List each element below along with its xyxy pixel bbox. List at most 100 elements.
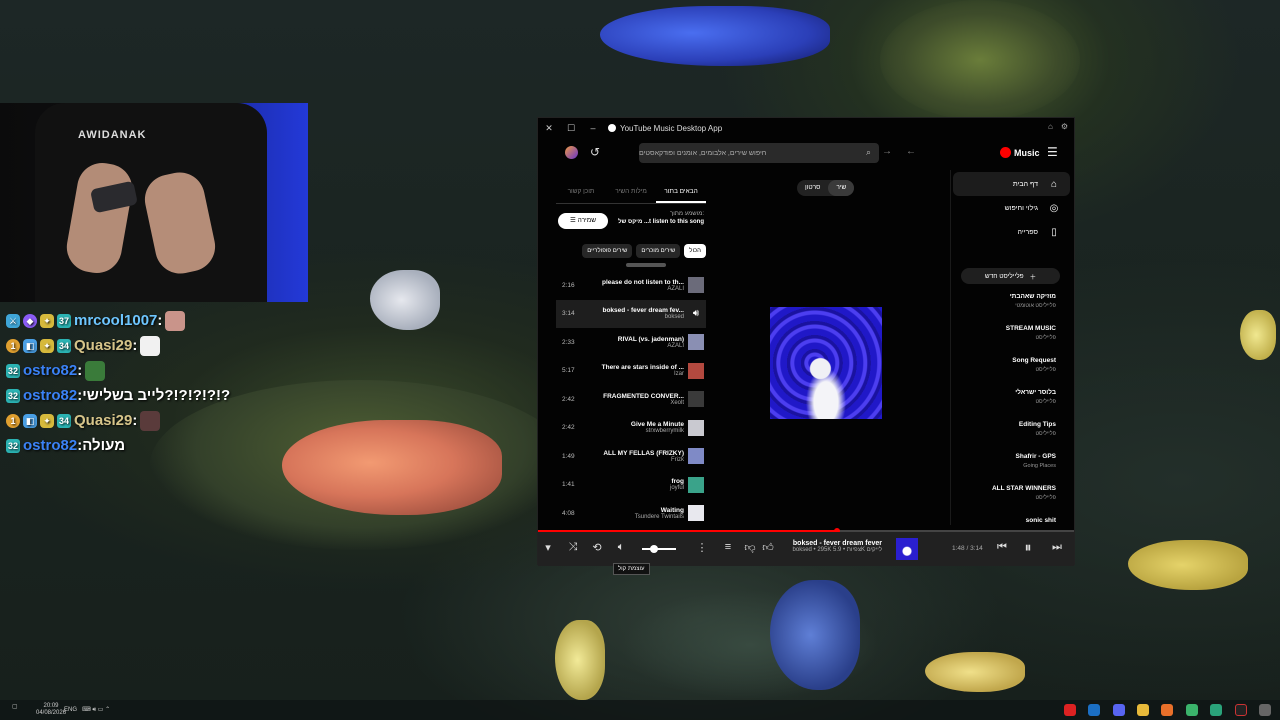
lock-icon[interactable]: ⌂ xyxy=(1048,122,1053,131)
playlist-item[interactable]: sonic shitstrimlin • פלייליסט xyxy=(951,516,1074,525)
youtube-music-app-icon[interactable] xyxy=(1064,704,1076,716)
queue-track-row[interactable]: 3:14 boksed - fever dream fev... boksed 🔊︎ xyxy=(556,299,706,328)
queue-track-row[interactable]: 1:41 frog joyful xyxy=(556,471,706,500)
playlist-item[interactable]: Song Request פלייליסט xyxy=(951,356,1074,384)
ytm-logo[interactable]: Music xyxy=(1000,147,1040,158)
chat-username[interactable]: ostro82 xyxy=(23,387,77,404)
queue-tabs: תוכן קשור מילות השיר הבאים בתור xyxy=(556,180,706,204)
playlist-item[interactable]: Editing Tips פלייליסט xyxy=(951,420,1074,448)
more-options-icon[interactable]: ⋮ xyxy=(694,541,710,554)
fish-decoration xyxy=(555,620,605,700)
sidebar-item[interactable]: גילוי וחיפוש ◎ xyxy=(951,196,1074,220)
close-icon[interactable]: ✕ xyxy=(538,123,560,134)
track-info: FRAGMENTED CONVER... Xeolt xyxy=(584,393,688,406)
queue-track-row[interactable]: 2:16 please do not listen to th... AZALI xyxy=(556,271,706,300)
one-badge-icon: 1 xyxy=(6,338,20,353)
minimize-icon[interactable]: – xyxy=(582,123,604,133)
queue-track-row[interactable]: 2:33 RIVAL (vs. jadenman) AZALI xyxy=(556,328,706,357)
save-label: שמירה xyxy=(577,217,596,224)
language-indicator[interactable]: ENG xyxy=(64,707,77,713)
firefox-app-icon[interactable] xyxy=(1161,704,1173,716)
track-duration: 4:08 xyxy=(562,509,575,517)
search-input[interactable]: חיפוש שירים, אלבומים, אומנים ופודקאסטים … xyxy=(639,143,879,163)
nav-arrows: → ← xyxy=(882,146,916,157)
dislike-icon[interactable]: 👎︎ xyxy=(742,541,758,554)
notification-icon[interactable]: ▢ xyxy=(12,703,18,710)
discord-app-icon[interactable] xyxy=(1113,704,1125,716)
tray-icons[interactable]: ⌨ 🔊︎ ▭ ⌃ xyxy=(82,706,110,714)
save-button[interactable]: ☰ שמירה xyxy=(558,213,608,229)
filter-chip[interactable]: הכול xyxy=(684,244,706,258)
chat-username[interactable]: mrcool1007 xyxy=(74,312,157,329)
bolt-badge-icon: ✦ xyxy=(40,313,54,328)
repeat-icon[interactable]: ⟲ xyxy=(589,541,605,554)
clock[interactable]: 20:09 04/08/2026 xyxy=(36,703,66,717)
playing-from: ☰ שמירה מושמע מתוך: מיקס של ...t listen … xyxy=(556,210,706,236)
toggle-option[interactable]: סרטון xyxy=(797,180,828,196)
queue-track-row[interactable]: 2:42 Give Me a Minute strxwberrymilk xyxy=(556,414,706,443)
playlist-item[interactable]: בלוסר ישראלי פלייליסט xyxy=(951,388,1074,416)
queue-tab[interactable]: הבאים בתור xyxy=(656,180,706,203)
playlist-subtitle: פלייליסט xyxy=(1035,399,1056,405)
app-icon[interactable] xyxy=(1210,704,1222,716)
playlist-item[interactable]: ALL STAR WINNERS פלייליסט xyxy=(951,484,1074,512)
chat-message: 32 ostro82: xyxy=(6,358,256,383)
playlist-list: מוזיקה שאהבתי פלייליסט אוטומטי STREAM MUSI… xyxy=(951,292,1074,525)
chat-username[interactable]: ostro82 xyxy=(23,437,77,454)
sidebar-item[interactable]: דף הבית ⌂ xyxy=(953,172,1070,196)
history-icon[interactable]: ↺ xyxy=(590,145,604,159)
hamburger-menu-icon[interactable]: ☰ xyxy=(1047,145,1058,159)
queue-tab[interactable]: תוכן קשור xyxy=(556,180,606,203)
playlist-subtitle: פלייליסט xyxy=(1035,367,1056,373)
sidebar-item[interactable]: ספרייה ▯ xyxy=(951,220,1074,244)
playlist-name: בלוסר ישראלי xyxy=(1015,389,1056,396)
queue-icon[interactable]: ≡ xyxy=(720,541,736,553)
now-playing[interactable]: boksed - fever dream fever boksed • 295K… xyxy=(764,540,882,553)
queue-track-row[interactable]: 2:42 FRAGMENTED CONVER... Xeolt xyxy=(556,385,706,414)
sword-badge-icon: ⚔ xyxy=(6,313,20,328)
shuffle-icon[interactable]: ⤨ xyxy=(565,541,581,554)
chat-username[interactable]: ostro82 xyxy=(23,362,77,379)
track-artist: Izar xyxy=(673,371,684,378)
now-playing-thumbnail[interactable] xyxy=(896,538,918,560)
filter-chip[interactable]: שירים מוכרים xyxy=(636,244,681,258)
folder-app-icon[interactable] xyxy=(1137,704,1149,716)
sub-badge-icon: 32 xyxy=(6,388,20,403)
settings-icon[interactable]: ⚙ xyxy=(1061,122,1068,131)
chat-username[interactable]: Quasi29 xyxy=(74,412,132,429)
playlist-item[interactable]: מוזיקה שאהבתי פלייליסט אוטומטי xyxy=(951,292,1074,320)
fish-decoration xyxy=(370,270,440,330)
new-playlist-button[interactable]: פלייליסט חדש ＋ xyxy=(961,268,1060,284)
next-icon[interactable]: ⏭ xyxy=(1049,541,1065,554)
playlist-name: ALL STAR WINNERS xyxy=(991,485,1056,492)
queue-track-row[interactable]: 1:49 ALL MY FELLAS (FRIZKY) Frizk xyxy=(556,442,706,471)
chat-username[interactable]: Quasi29 xyxy=(74,337,132,354)
chat-text: לייב בשלישי?!?!?!?!? xyxy=(82,387,231,404)
back-arrow-icon[interactable]: ← xyxy=(906,146,916,157)
sub-badge-icon: 37 xyxy=(57,313,71,328)
avatar[interactable] xyxy=(565,146,578,159)
toggle-option[interactable]: שיר xyxy=(828,180,855,196)
playlist-item[interactable]: STREAM MUSIC פלייליסט xyxy=(951,324,1074,352)
maximize-icon[interactable]: ☐ xyxy=(560,123,582,134)
previous-icon[interactable]: ⏮ xyxy=(994,541,1010,554)
queue-track-row[interactable]: 4:08 Waiting Tsundere Twintails xyxy=(556,499,706,528)
filter-chip[interactable]: שירים פופולריים xyxy=(582,244,633,258)
forward-arrow-icon[interactable]: → xyxy=(882,146,892,157)
volume-icon[interactable]: 🔈︎ xyxy=(613,541,629,554)
chip-scrollbar[interactable] xyxy=(626,263,666,267)
chevron-down-icon[interactable]: ▾ xyxy=(540,541,556,554)
volume-knob[interactable] xyxy=(650,545,658,553)
library-icon: ▯ xyxy=(1051,226,1057,238)
queue-tab[interactable]: מילות השיר xyxy=(606,180,656,203)
queue-track-row[interactable]: 5:17 There are stars inside of ... Izar xyxy=(556,357,706,386)
playlist-item[interactable]: Shafrir - GPS Going Places xyxy=(951,452,1074,480)
playlist-subtitle: פלייליסט אוטומטי xyxy=(1015,303,1056,309)
steam-app-icon[interactable] xyxy=(1088,704,1100,716)
search-icon[interactable]: ⌕ xyxy=(866,147,871,158)
app-icon[interactable] xyxy=(1186,704,1198,716)
pause-icon[interactable]: ⏸ xyxy=(1020,539,1036,556)
obs-app-icon[interactable] xyxy=(1235,704,1247,716)
volume-slider[interactable] xyxy=(642,548,676,550)
app-icon[interactable] xyxy=(1259,704,1271,716)
